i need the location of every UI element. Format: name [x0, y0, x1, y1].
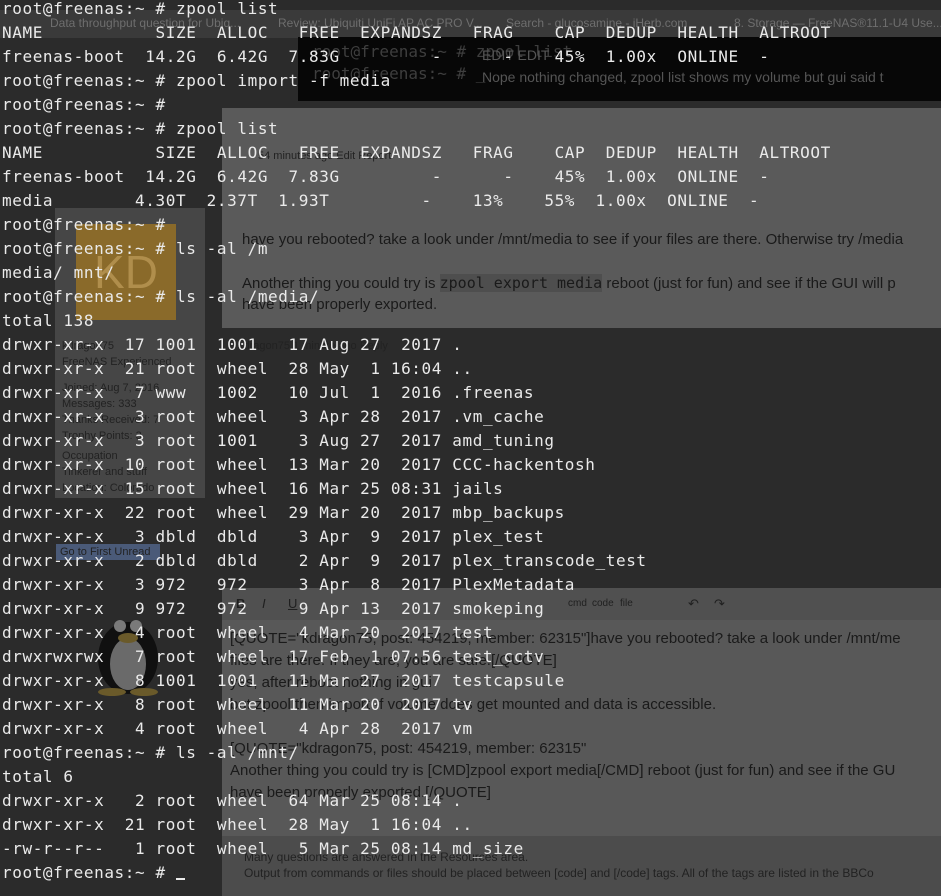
terminal-line: freenas-boot 14.2G 6.42G 7.83G - - 45% 1…: [2, 47, 770, 66]
terminal-line: drwxr-xr-x 10 root wheel 13 Mar 20 2017 …: [2, 455, 596, 474]
terminal-line: drwxr-xr-x 3 dbld dbld 3 Apr 9 2017 plex…: [2, 527, 545, 546]
terminal-line: drwxr-xr-x 4 root wheel 4 Apr 28 2017 vm: [2, 719, 473, 738]
terminal-line: drwxr-xr-x 7 www 1002 10 Jul 1 2016 .fre…: [2, 383, 535, 402]
terminal-prompt-line[interactable]: root@freenas:~ #: [2, 861, 185, 885]
terminal-line: drwxr-xr-x 8 1001 1001 11 Mar 27 2017 te…: [2, 671, 565, 690]
terminal-line: drwxrwxrwx 7 root wheel 17 Feb 1 07:56 t…: [2, 647, 545, 666]
terminal-line: total 138: [2, 311, 95, 330]
terminal-cursor: [175, 862, 185, 880]
terminal-line: drwxr-xr-x 3 972 972 3 Apr 8 2017 PlexMe…: [2, 575, 576, 594]
terminal-line: root@freenas:~ # zpool list: [2, 0, 279, 18]
terminal-prompt: root@freenas:~ #: [2, 863, 166, 882]
terminal-line: drwxr-xr-x 8 root wheel 11 Mar 20 2017 t…: [2, 695, 473, 714]
terminal-line: media/ mnt/: [2, 263, 115, 282]
terminal-line: drwxr-xr-x 15 root wheel 16 Mar 25 08:31…: [2, 479, 504, 498]
terminal-line: root@freenas:~ # ls -al /m: [2, 239, 269, 258]
terminal-line: drwxr-xr-x 4 root wheel 4 Mar 20 2017 te…: [2, 623, 494, 642]
terminal-line: root@freenas:~ # zpool list: [2, 119, 279, 138]
terminal-line: root@freenas:~ # zpool import -f media: [2, 71, 391, 90]
terminal-line: root@freenas:~ #: [2, 95, 166, 114]
terminal-line: drwxr-xr-x 9 972 972 9 Apr 13 2017 smoke…: [2, 599, 545, 618]
terminal-line: -rw-r--r-- 1 root wheel 5 Mar 25 08:14 m…: [2, 839, 524, 858]
terminal-line: drwxr-xr-x 3 root wheel 3 Apr 28 2017 .v…: [2, 407, 545, 426]
terminal-line: drwxr-xr-x 21 root wheel 28 May 1 16:04 …: [2, 815, 473, 834]
terminal-line: NAME SIZE ALLOC FREE EXPANDSZ FRAG CAP D…: [2, 143, 831, 162]
terminal-line: freenas-boot 14.2G 6.42G 7.83G - - 45% 1…: [2, 167, 770, 186]
terminal-line: root@freenas:~ # ls -al /media/: [2, 287, 320, 306]
terminal-output[interactable]: root@freenas:~ # zpool list NAME SIZE AL…: [0, 0, 941, 896]
terminal-line: drwxr-xr-x 2 root wheel 64 Mar 25 08:14 …: [2, 791, 463, 810]
terminal-line: root@freenas:~ #: [2, 215, 166, 234]
terminal-line: media 4.30T 2.37T 1.93T - 13% 55% 1.00x …: [2, 191, 760, 210]
terminal-line: drwxr-xr-x 17 1001 1001 17 Aug 27 2017 .: [2, 335, 463, 354]
terminal-line: drwxr-xr-x 2 dbld dbld 2 Apr 9 2017 plex…: [2, 551, 647, 570]
terminal-line: drwxr-xr-x 22 root wheel 29 Mar 20 2017 …: [2, 503, 565, 522]
terminal-line: total 6: [2, 767, 74, 786]
terminal-line: drwxr-xr-x 21 root wheel 28 May 1 16:04 …: [2, 359, 473, 378]
terminal-line: NAME SIZE ALLOC FREE EXPANDSZ FRAG CAP D…: [2, 23, 831, 42]
terminal-line: root@freenas:~ # ls -al /mnt/: [2, 743, 299, 762]
terminal-line: drwxr-xr-x 3 root 1001 3 Aug 27 2017 amd…: [2, 431, 555, 450]
